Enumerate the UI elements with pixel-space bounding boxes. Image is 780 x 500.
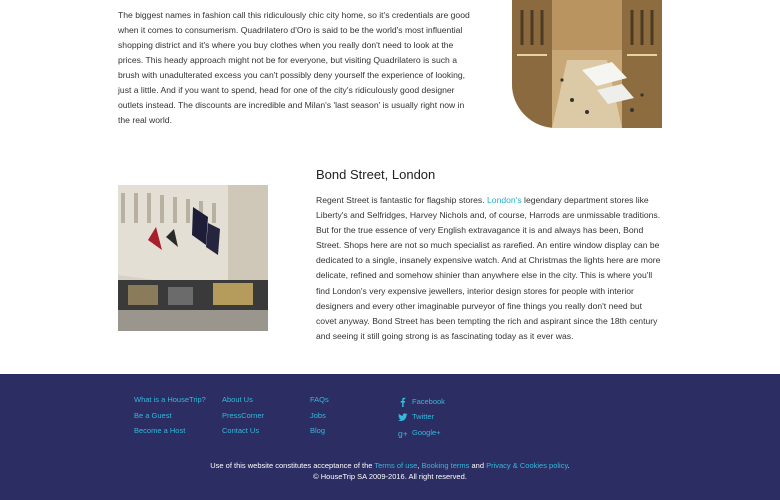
privacy-cookies-link[interactable]: Privacy & Cookies policy [486,461,568,470]
footer-column-social: Facebook Twitter g+ Google+ [398,394,445,441]
google-plus-icon: g+ [398,428,408,438]
footer-link-facebook[interactable]: Facebook [398,394,445,410]
legal-line: Use of this website constitutes acceptan… [210,461,570,470]
bond-street-image [118,185,268,331]
bond-street-heading: Bond Street, London [316,167,436,182]
footer-link-contact-us[interactable]: Contact Us [222,425,264,441]
twitter-icon [398,413,408,422]
footer-link-about-us[interactable]: About Us [222,394,264,410]
terms-of-use-link[interactable]: Terms of use [374,461,417,470]
footer-link-what-is-housetrip[interactable]: What is a HouseTrip? [134,394,206,410]
london-link[interactable]: London's [487,195,522,205]
footer-link-jobs[interactable]: Jobs [310,410,329,426]
milan-paragraph: The biggest names in fashion call this r… [118,10,470,125]
footer-link-become-a-host[interactable]: Become a Host [134,425,206,441]
svg-text:g+: g+ [398,428,408,438]
footer-link-blog[interactable]: Blog [310,425,329,441]
footer-link-google-plus[interactable]: g+ Google+ [398,425,445,441]
footer-column-housetrip: What is a HouseTrip? Be a Guest Become a… [134,394,206,441]
booking-terms-link[interactable]: Booking terms [421,461,469,470]
milan-galleria-image [512,0,662,128]
site-footer: What is a HouseTrip? Be a Guest Become a… [0,374,780,500]
footer-link-be-a-guest[interactable]: Be a Guest [134,410,206,426]
footer-legal: Use of this website constitutes acceptan… [0,460,780,482]
footer-link-twitter[interactable]: Twitter [398,410,445,426]
facebook-icon [400,397,406,407]
footer-link-faqs[interactable]: FAQs [310,394,329,410]
copyright-text: © HouseTrip SA 2009-2016. All right rese… [313,472,467,481]
footer-column-help: FAQs Jobs Blog [310,394,329,441]
footer-column-company: About Us PressCorner Contact Us [222,394,264,441]
bond-street-paragraph: Regent Street is fantastic for flagship … [316,195,661,341]
footer-link-presscorner[interactable]: PressCorner [222,410,264,426]
article-section: The biggest names in fashion call this r… [0,0,780,374]
